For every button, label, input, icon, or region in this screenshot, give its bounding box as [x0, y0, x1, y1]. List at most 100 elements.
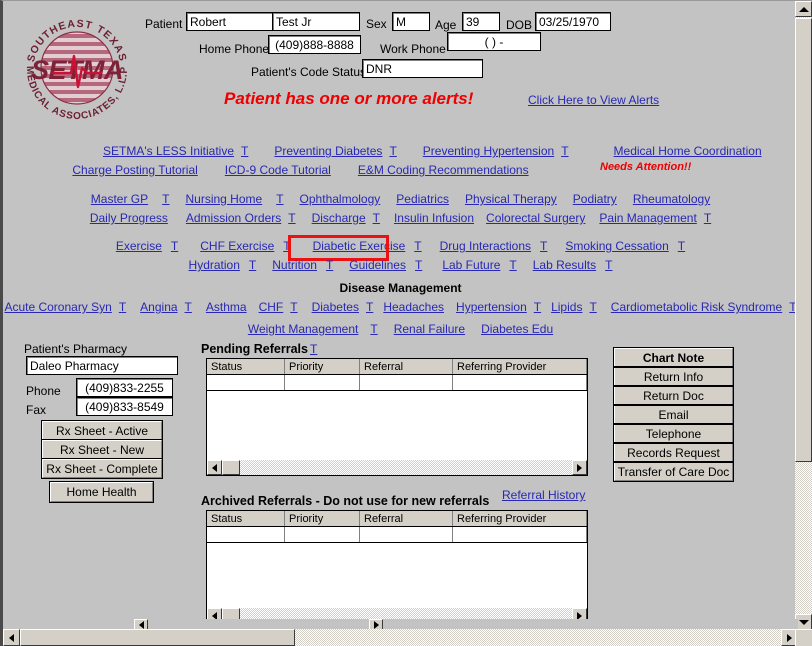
- dm-link-weight-management[interactable]: Weight Management: [248, 322, 359, 337]
- nav-t-setma-less-initiative[interactable]: T: [241, 144, 248, 158]
- dm-link-hypertension[interactable]: Hypertension: [456, 300, 527, 315]
- vscroll-up-button[interactable]: [795, 1, 812, 17]
- window-vertical-scrollbar[interactable]: [795, 1, 812, 646]
- nav-link-nursing-home[interactable]: Nursing Home: [186, 192, 263, 207]
- dob-input[interactable]: 03/25/1970: [535, 12, 611, 31]
- hscroll-track[interactable]: [295, 629, 781, 646]
- age-input[interactable]: 39: [462, 12, 500, 31]
- nav-t-pain-management[interactable]: T: [704, 211, 711, 225]
- table-cell[interactable]: [453, 375, 587, 390]
- pharmacy-fax-input[interactable]: (409)833-8549: [76, 397, 173, 416]
- nav-link-lab-results[interactable]: Lab Results: [533, 258, 596, 273]
- nav-link-smoking-cessation[interactable]: Smoking Cessation: [565, 239, 668, 254]
- dm-link-diabetes-edu[interactable]: Diabetes Edu: [481, 322, 553, 337]
- transfer-of-care-doc-button[interactable]: Transfer of Care Doc: [613, 461, 734, 482]
- referral-history-link[interactable]: Referral History: [502, 488, 585, 503]
- nav-link-diabetic-exercise[interactable]: Diabetic Exercise: [313, 239, 406, 254]
- dm-t-hypertension[interactable]: T: [534, 300, 541, 314]
- dm-link-asthma[interactable]: Asthma: [206, 300, 247, 315]
- nav-t-preventing-hypertension[interactable]: T: [561, 144, 568, 158]
- dm-link-renal-failure[interactable]: Renal Failure: [394, 322, 465, 337]
- nav-link-rheumatology[interactable]: Rheumatology: [633, 192, 710, 207]
- table-cell[interactable]: [360, 375, 453, 390]
- nav-link-physical-therapy[interactable]: Physical Therapy: [465, 192, 557, 207]
- nav-t-admission-orders[interactable]: T: [288, 211, 295, 225]
- nav-link-preventing-diabetes[interactable]: Preventing Diabetes: [274, 144, 382, 159]
- pending-scroll-right-button[interactable]: [572, 460, 587, 475]
- nav-t-hydration[interactable]: T: [249, 258, 256, 272]
- patient-first-name-input[interactable]: Robert: [186, 12, 277, 31]
- nav-link-daily-progress[interactable]: Daily Progress: [90, 211, 168, 226]
- dm-t-weight-management[interactable]: T: [370, 322, 377, 336]
- pending-scroll-left-button[interactable]: [207, 460, 222, 475]
- nav-link-podiatry[interactable]: Podiatry: [573, 192, 617, 207]
- nav-t-drug-interactions[interactable]: T: [540, 239, 547, 253]
- pharmacy-name-input[interactable]: Daleo Pharmacy: [26, 356, 178, 375]
- archived-referrals-empty-row[interactable]: [207, 527, 587, 543]
- dm-t-acute-coronary-syn[interactable]: T: [119, 300, 126, 314]
- pending-referrals-grid[interactable]: Status Priority Referral Referring Provi…: [206, 358, 588, 476]
- dm-link-angina[interactable]: Angina: [140, 300, 177, 315]
- nav-t-lab-future[interactable]: T: [509, 258, 516, 272]
- nav-t-nursing-home[interactable]: T: [276, 192, 283, 206]
- home-phone-input[interactable]: (409)888-8888: [268, 35, 361, 54]
- archived-referrals-grid[interactable]: Status Priority Referral Referring Provi…: [206, 510, 588, 624]
- vscroll-thumb[interactable]: [795, 18, 812, 462]
- dm-link-acute-coronary-syn[interactable]: Acute Coronary Syn: [4, 300, 111, 315]
- dm-t-lipids[interactable]: T: [589, 300, 596, 314]
- work-phone-input[interactable]: ( ) -: [447, 32, 541, 51]
- nav-link-icd9-code-tutorial[interactable]: ICD-9 Code Tutorial: [225, 163, 331, 178]
- dm-link-chf[interactable]: CHF: [259, 300, 284, 315]
- table-cell[interactable]: [453, 527, 587, 542]
- nav-link-pediatrics[interactable]: Pediatrics: [396, 192, 449, 207]
- nav-link-setma-less-initiative[interactable]: SETMA's LESS Initiative: [103, 144, 234, 159]
- dm-t-chf[interactable]: T: [290, 300, 297, 314]
- dm-link-cardiometabolic-risk-syndrome[interactable]: Cardiometabolic Risk Syndrome: [611, 300, 782, 315]
- rx-sheet-active-button[interactable]: Rx Sheet - Active: [41, 420, 163, 441]
- nav-link-discharge[interactable]: Discharge: [312, 211, 366, 226]
- nav-link-preventing-hypertension[interactable]: Preventing Hypertension: [423, 144, 554, 159]
- dm-t-angina[interactable]: T: [185, 300, 192, 314]
- patient-last-name-input[interactable]: Test Jr: [272, 12, 360, 31]
- pending-referrals-t-link[interactable]: T: [310, 342, 317, 356]
- records-request-button[interactable]: Records Request: [613, 442, 734, 463]
- nav-link-exercise[interactable]: Exercise: [116, 239, 162, 254]
- nav-link-nutrition[interactable]: Nutrition: [272, 258, 317, 273]
- rx-sheet-new-button[interactable]: Rx Sheet - New: [41, 439, 163, 460]
- dm-link-lipids[interactable]: Lipids: [551, 300, 582, 315]
- nav-t-discharge[interactable]: T: [373, 211, 380, 225]
- table-cell[interactable]: [285, 527, 360, 542]
- home-health-button[interactable]: Home Health: [49, 481, 154, 503]
- dm-t-diabetes[interactable]: T: [366, 300, 373, 314]
- nav-link-hydration[interactable]: Hydration: [189, 258, 240, 273]
- pharmacy-phone-input[interactable]: (409)833-2255: [76, 378, 173, 397]
- nav-link-admission-orders[interactable]: Admission Orders: [186, 211, 281, 226]
- table-cell[interactable]: [360, 527, 453, 542]
- nav-link-charge-posting-tutorial[interactable]: Charge Posting Tutorial: [72, 163, 197, 178]
- table-cell[interactable]: [207, 375, 285, 390]
- nav-link-ophthalmology[interactable]: Ophthalmology: [300, 192, 381, 207]
- nav-link-em-coding-recommendations[interactable]: E&M Coding Recommendations: [358, 163, 529, 178]
- nav-t-nutrition[interactable]: T: [326, 258, 333, 272]
- table-cell[interactable]: [285, 375, 360, 390]
- hscroll-thumb[interactable]: [20, 629, 295, 646]
- nav-link-insulin-infusion[interactable]: Insulin Infusion: [394, 211, 474, 226]
- telephone-button[interactable]: Telephone: [613, 423, 734, 444]
- nav-t-diabetic-exercise[interactable]: T: [414, 239, 421, 253]
- rx-sheet-complete-button[interactable]: Rx Sheet - Complete: [41, 458, 163, 479]
- nav-t-guidelines[interactable]: T: [415, 258, 422, 272]
- nav-link-lab-future[interactable]: Lab Future: [442, 258, 500, 273]
- nav-t-smoking-cessation[interactable]: T: [678, 239, 685, 253]
- nav-link-colorectal-surgery[interactable]: Colorectal Surgery: [486, 211, 585, 226]
- table-cell[interactable]: [207, 527, 285, 542]
- email-button[interactable]: Email: [613, 404, 734, 425]
- nav-t-chf-exercise[interactable]: T: [283, 239, 290, 253]
- nav-link-pain-management[interactable]: Pain Management: [599, 211, 696, 226]
- code-status-input[interactable]: DNR: [362, 59, 483, 78]
- pending-scroll-track[interactable]: [240, 460, 572, 475]
- return-doc-button[interactable]: Return Doc: [613, 385, 734, 406]
- dm-link-diabetes[interactable]: Diabetes: [312, 300, 359, 315]
- pending-referrals-hscrollbar[interactable]: [207, 460, 587, 475]
- nav-link-master-gp[interactable]: Master GP: [91, 192, 148, 207]
- nav-link-guidelines[interactable]: Guidelines: [349, 258, 406, 273]
